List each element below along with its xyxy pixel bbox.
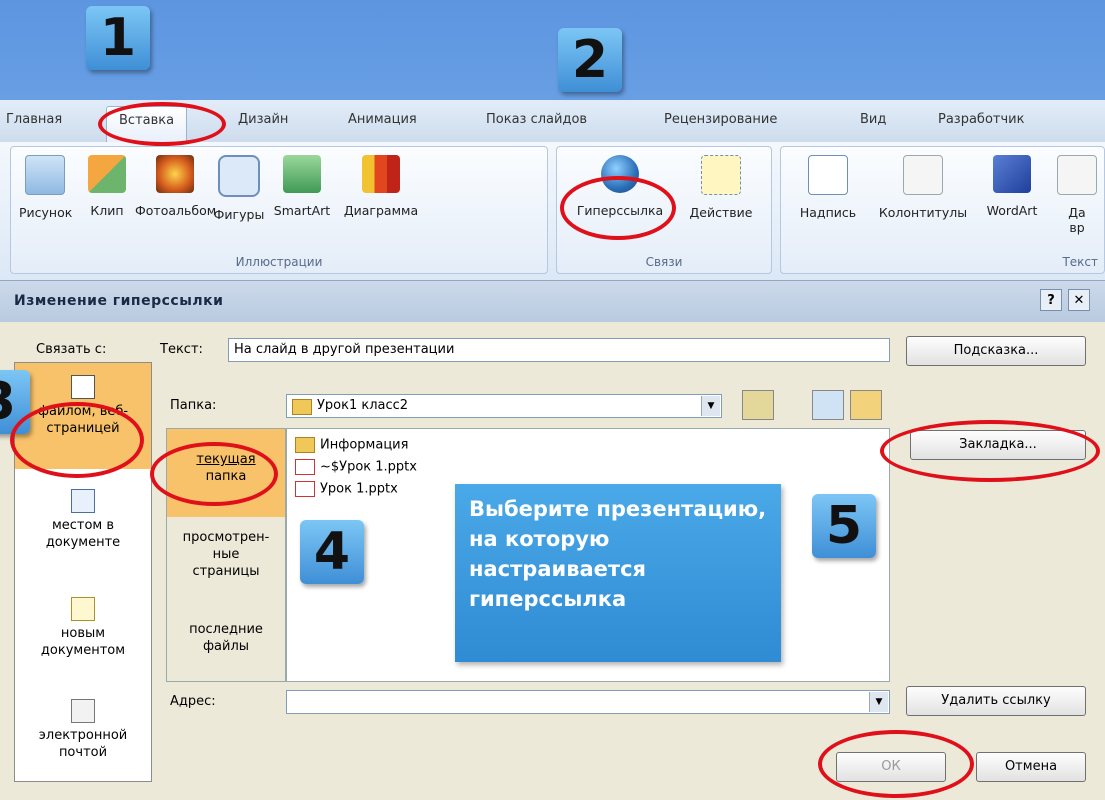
link-to-panel: файлом, веб-страницей местом в документе … — [14, 362, 152, 782]
browsed-pages-tab[interactable]: просмотрен-ные страницы — [167, 529, 285, 580]
date-time-button[interactable]: Да вр — [1053, 155, 1101, 235]
tab-slideshow[interactable]: Показ слайдов — [486, 112, 587, 127]
address-label: Адрес: — [170, 694, 216, 709]
pptx-file-icon — [295, 481, 315, 497]
smartart-button[interactable]: SmartArt — [269, 155, 335, 218]
list-item[interactable]: Информация — [295, 437, 408, 453]
recent-files-tab[interactable]: последние файлы — [167, 621, 285, 655]
instruction-note: Выберите презентацию, на которую настраи… — [455, 484, 781, 662]
web-page-icon — [71, 375, 95, 399]
email-icon — [71, 699, 95, 723]
document-place-icon — [71, 489, 95, 513]
wordart-icon — [993, 155, 1031, 193]
group-label-illustrations: Иллюстрации — [235, 255, 323, 269]
chart-button[interactable]: Диаграмма — [341, 155, 421, 218]
wordart-button[interactable]: WordArt — [977, 155, 1047, 218]
step-badge-2: 2 — [558, 28, 622, 92]
ok-button[interactable]: ОК — [836, 752, 946, 782]
picture-icon — [25, 155, 65, 195]
tooltip-button[interactable]: Подсказка... — [906, 336, 1086, 366]
dialog-title: Изменение гиперссылки — [14, 293, 224, 309]
remove-link-button[interactable]: Удалить ссылку — [906, 686, 1086, 716]
cancel-button[interactable]: Отмена — [976, 752, 1086, 782]
link-to-new-document[interactable]: новым документом — [15, 597, 151, 659]
hyperlink-button[interactable]: Гиперссылка — [565, 155, 675, 218]
textbox-button[interactable]: Надпись — [789, 155, 867, 220]
list-item[interactable]: ~$Урок 1.pptx — [295, 459, 417, 475]
textbox-icon — [808, 155, 848, 195]
header-footer-button[interactable]: Колонтитулы — [873, 155, 973, 220]
group-illustrations: Рисунок Клип Фотоальбом Фигуры SmartArt … — [10, 146, 548, 274]
link-to-email[interactable]: электронной почтой — [15, 699, 151, 761]
current-folder-tab[interactable]: текущая папка — [167, 429, 285, 517]
chevron-down-icon[interactable]: ▼ — [701, 396, 720, 416]
clipart-icon — [88, 155, 126, 193]
close-icon[interactable]: ✕ — [1068, 289, 1090, 311]
look-in-panel: текущая папка просмотрен-ные страницы посл… — [166, 428, 286, 682]
group-links: Гиперссылка Действие Связи — [556, 146, 772, 274]
shapes-icon — [218, 155, 260, 197]
pptx-file-icon — [295, 459, 315, 475]
search-web-icon[interactable] — [812, 390, 844, 420]
tab-home[interactable]: Главная — [6, 112, 62, 127]
tab-insert[interactable]: Вставка — [106, 106, 188, 142]
step-badge-3: 3 — [0, 370, 30, 434]
clipart-button[interactable]: Клип — [87, 155, 127, 218]
tab-review[interactable]: Рецензирование — [664, 112, 777, 127]
shapes-button[interactable]: Фигуры — [211, 155, 267, 222]
date-time-icon — [1057, 155, 1097, 195]
group-label-links: Связи — [645, 255, 683, 269]
chart-icon — [362, 155, 400, 193]
link-to-label: Связать с: — [36, 342, 107, 357]
folder-up-icon[interactable] — [742, 390, 774, 420]
step-badge-5: 5 — [812, 494, 876, 558]
photo-album-icon — [156, 155, 194, 193]
step-badge-1: 1 — [86, 6, 150, 70]
group-label-text: Текст — [1062, 255, 1098, 269]
tab-animation[interactable]: Анимация — [348, 112, 417, 127]
group-text: Надпись Колонтитулы WordArt Да вр Текст — [780, 146, 1105, 274]
picture-button[interactable]: Рисунок — [19, 155, 72, 220]
list-item[interactable]: Урок 1.pptx — [295, 481, 398, 497]
chevron-down-icon[interactable]: ▼ — [869, 692, 888, 712]
tab-view[interactable]: Вид — [860, 112, 886, 127]
action-button[interactable]: Действие — [681, 155, 761, 220]
browse-file-icon[interactable] — [850, 390, 882, 420]
globe-link-icon — [601, 155, 639, 193]
tab-design[interactable]: Дизайн — [238, 112, 288, 127]
new-document-icon — [71, 597, 95, 621]
address-input[interactable]: ▼ — [286, 690, 890, 714]
dialog-titlebar: Изменение гиперссылки ? ✕ — [0, 280, 1105, 323]
link-to-place-in-document[interactable]: местом в документе — [15, 489, 151, 551]
folder-label: Папка: — [170, 398, 217, 413]
folder-icon — [292, 399, 312, 415]
folder-value: Урок1 класс2 — [317, 398, 409, 413]
tab-developer[interactable]: Разработчик — [938, 112, 1024, 127]
photo-album-button[interactable]: Фотоальбом — [135, 155, 216, 218]
help-button[interactable]: ? — [1040, 289, 1062, 311]
ribbon: Рисунок Клип Фотоальбом Фигуры SmartArt … — [0, 142, 1105, 280]
step-badge-4: 4 — [300, 520, 364, 584]
smartart-icon — [283, 155, 321, 193]
header-footer-icon — [903, 155, 943, 195]
text-input[interactable]: На слайд в другой презентации — [228, 338, 890, 362]
folder-icon — [295, 437, 315, 453]
ribbon-tabs: Главная Вставка Дизайн Анимация Показ сл… — [0, 100, 1105, 143]
link-to-file-web[interactable]: файлом, веб-страницей — [15, 363, 151, 469]
text-label: Текст: — [160, 342, 203, 357]
bookmark-button[interactable]: Закладка... — [910, 430, 1086, 460]
action-star-icon — [701, 155, 741, 195]
folder-dropdown[interactable]: Урок1 класс2 ▼ — [286, 394, 722, 418]
